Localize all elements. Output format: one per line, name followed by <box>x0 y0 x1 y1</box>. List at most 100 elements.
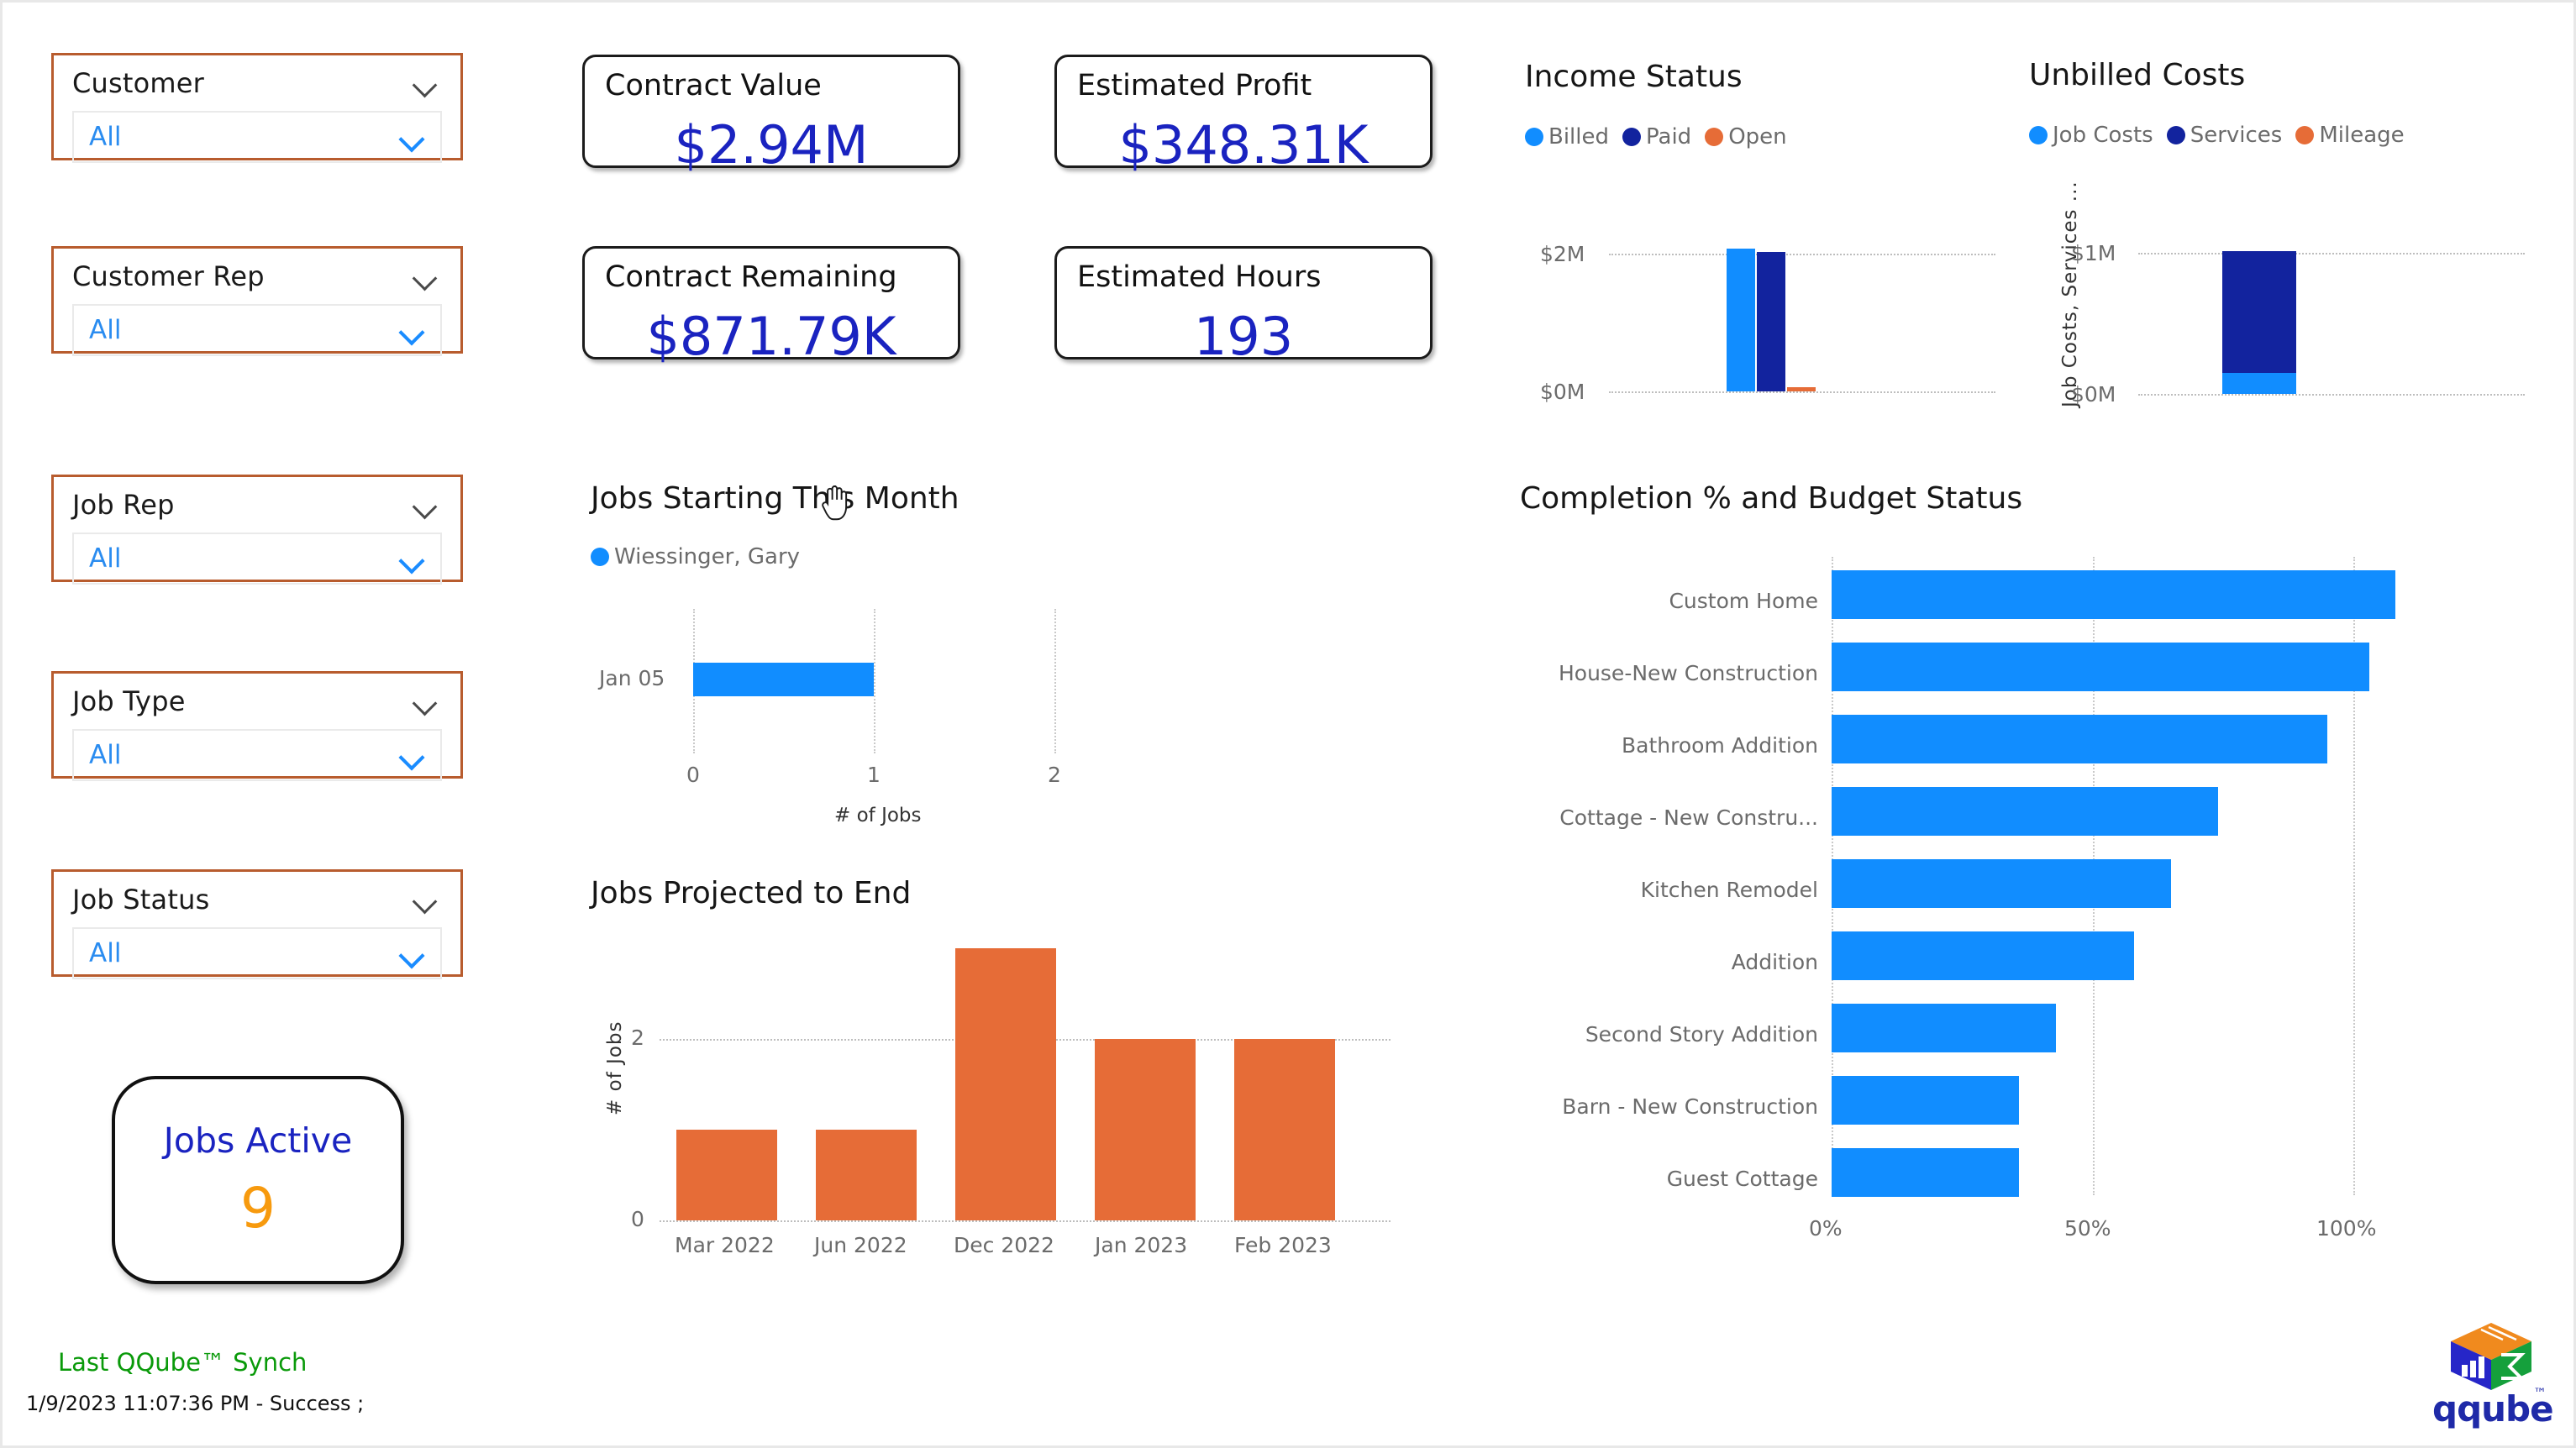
bar-jun-2022[interactable] <box>816 1130 917 1220</box>
kpi-card-estimated-hours[interactable]: Estimated Hours 193 <box>1054 246 1433 359</box>
kpi-value: $2.94M <box>605 114 938 176</box>
kpi-value: $348.31K <box>1077 114 1410 176</box>
bar-house-new-construction[interactable] <box>1832 643 2369 691</box>
legend-item-billed[interactable]: Billed <box>1525 124 1609 150</box>
bar-guest-cottage[interactable] <box>1832 1148 2019 1197</box>
bar-barn-new-construction[interactable] <box>1832 1076 2019 1125</box>
y-tick-label: 0 <box>631 1207 644 1231</box>
legend-dot-icon <box>591 548 609 566</box>
qqube-cube-icon <box>2447 1321 2535 1392</box>
slicer-value: All <box>89 740 121 770</box>
slicer-dropdown[interactable]: All <box>72 304 442 356</box>
bar-jan-2023[interactable] <box>1095 1039 1196 1220</box>
jobs-active-card[interactable]: Jobs Active 9 <box>112 1076 404 1284</box>
slicer-title: Job Status <box>72 884 209 915</box>
bar-services[interactable] <box>2222 251 2296 373</box>
jobs-starting-plot: Jan 05 0 1 2 # of Jobs <box>591 590 1456 834</box>
bar-jan-05[interactable] <box>693 663 874 696</box>
slicer-header[interactable]: Customer Rep <box>72 260 442 292</box>
chevron-down-icon[interactable] <box>413 892 439 907</box>
legend-label: Billed <box>1548 124 1609 150</box>
bar-kitchen-remodel[interactable] <box>1832 859 2171 908</box>
slicer-value: All <box>89 315 121 345</box>
slicer-job-status[interactable]: Job Status All <box>51 869 463 977</box>
legend-item-wiessinger-gary[interactable]: Wiessinger, Gary <box>591 544 800 569</box>
slicer-header[interactable]: Job Status <box>72 884 442 915</box>
slicer-title: Job Type <box>72 685 186 717</box>
slicer-job-type[interactable]: Job Type All <box>51 671 463 779</box>
gridline <box>1609 391 1995 393</box>
income-status-legend: Billed Paid Open <box>1525 124 1787 150</box>
chevron-down-icon[interactable] <box>400 551 425 566</box>
gridline <box>874 609 875 753</box>
bar-mar-2022[interactable] <box>676 1130 777 1220</box>
y-category-label: Second Story Addition <box>1520 1022 1818 1047</box>
chevron-down-icon[interactable] <box>400 129 425 144</box>
chevron-down-icon[interactable] <box>413 269 439 284</box>
slicer-header[interactable]: Job Type <box>72 685 442 717</box>
x-tick-label: Dec 2022 <box>954 1233 1054 1257</box>
gridline <box>660 1220 1391 1222</box>
legend-item-services[interactable]: Services <box>2167 123 2283 148</box>
jobs-starting-title: Jobs Starting This Month <box>591 481 959 516</box>
kpi-card-contract-value[interactable]: Contract Value $2.94M <box>582 55 960 168</box>
chevron-down-icon[interactable] <box>413 694 439 709</box>
legend-item-paid[interactable]: Paid <box>1622 124 1691 150</box>
bar-custom-home[interactable] <box>1832 570 2395 619</box>
legend-label: Services <box>2190 123 2283 148</box>
slicer-customer[interactable]: Customer All <box>51 53 463 160</box>
kpi-value: $871.79K <box>605 306 938 367</box>
bar-feb-2023[interactable] <box>1234 1039 1335 1220</box>
bar-bathroom-addition[interactable] <box>1832 715 2327 763</box>
legend-item-mileage[interactable]: Mileage <box>2295 123 2404 148</box>
gridline <box>1054 609 1056 753</box>
chevron-down-icon[interactable] <box>400 748 425 763</box>
chevron-down-icon[interactable] <box>413 76 439 91</box>
chevron-down-icon[interactable] <box>413 497 439 512</box>
legend-item-job-costs[interactable]: Job Costs <box>2029 123 2153 148</box>
x-tick-label: Jan 2023 <box>1095 1233 1187 1257</box>
kpi-label: Contract Value <box>605 69 938 102</box>
jobs-starting-legend: Wiessinger, Gary <box>591 544 800 569</box>
slicer-job-rep[interactable]: Job Rep All <box>51 475 463 582</box>
unbilled-costs-legend: Job Costs Services Mileage <box>2029 123 2405 148</box>
y-category-label: Cottage - New Constru... <box>1520 805 1818 830</box>
legend-item-open[interactable]: Open <box>1705 124 1786 150</box>
chevron-down-icon[interactable] <box>400 323 425 338</box>
kpi-card-contract-remaining[interactable]: Contract Remaining $871.79K <box>582 246 960 359</box>
y-tick-label: $0M <box>2071 382 2116 407</box>
slicer-dropdown[interactable]: All <box>72 927 442 979</box>
bar-second-story-addition[interactable] <box>1832 1004 2056 1052</box>
bar-addition[interactable] <box>1832 931 2134 980</box>
x-tick-label: Feb 2023 <box>1234 1233 1332 1257</box>
qqube-logo[interactable]: qqube ™ <box>2426 1321 2560 1430</box>
chevron-down-icon[interactable] <box>400 946 425 961</box>
bar-cottage-new-construction[interactable] <box>1832 787 2218 836</box>
bar-open[interactable] <box>1787 387 1816 391</box>
kpi-value: 193 <box>1077 306 1410 367</box>
bar-job-costs[interactable] <box>2222 373 2296 394</box>
slicer-dropdown[interactable]: All <box>72 111 442 163</box>
slicer-customer-rep[interactable]: Customer Rep All <box>51 246 463 354</box>
slicer-value: All <box>89 543 121 574</box>
slicer-header[interactable]: Job Rep <box>72 489 442 521</box>
slicer-header[interactable]: Customer <box>72 67 442 99</box>
unbilled-costs-title: Unbilled Costs <box>2029 58 2245 92</box>
jobs-projected-plot: # of Jobs 2 0 Mar 2022 Jun 2022 Dec 2022… <box>591 935 1456 1271</box>
slicer-title: Customer <box>72 67 204 99</box>
kpi-label: Estimated Hours <box>1077 260 1410 294</box>
y-tick-label: $2M <box>1540 242 1585 266</box>
bar-dec-2022[interactable] <box>955 948 1056 1220</box>
slicer-dropdown[interactable]: All <box>72 533 442 585</box>
legend-label: Paid <box>1646 124 1691 150</box>
kpi-card-estimated-profit[interactable]: Estimated Profit $348.31K <box>1054 55 1433 168</box>
bar-paid[interactable] <box>1757 252 1785 391</box>
y-category-label: Kitchen Remodel <box>1520 878 1818 902</box>
x-axis-title: # of Jobs <box>834 805 922 826</box>
slicer-dropdown[interactable]: All <box>72 729 442 781</box>
kpi-label: Estimated Profit <box>1077 69 1410 102</box>
income-status-title: Income Status <box>1525 60 1743 94</box>
bar-billed[interactable] <box>1727 249 1755 391</box>
y-axis-title: Job Costs, Services ... <box>2059 181 2081 407</box>
y-category-label: House-New Construction <box>1520 661 1818 685</box>
